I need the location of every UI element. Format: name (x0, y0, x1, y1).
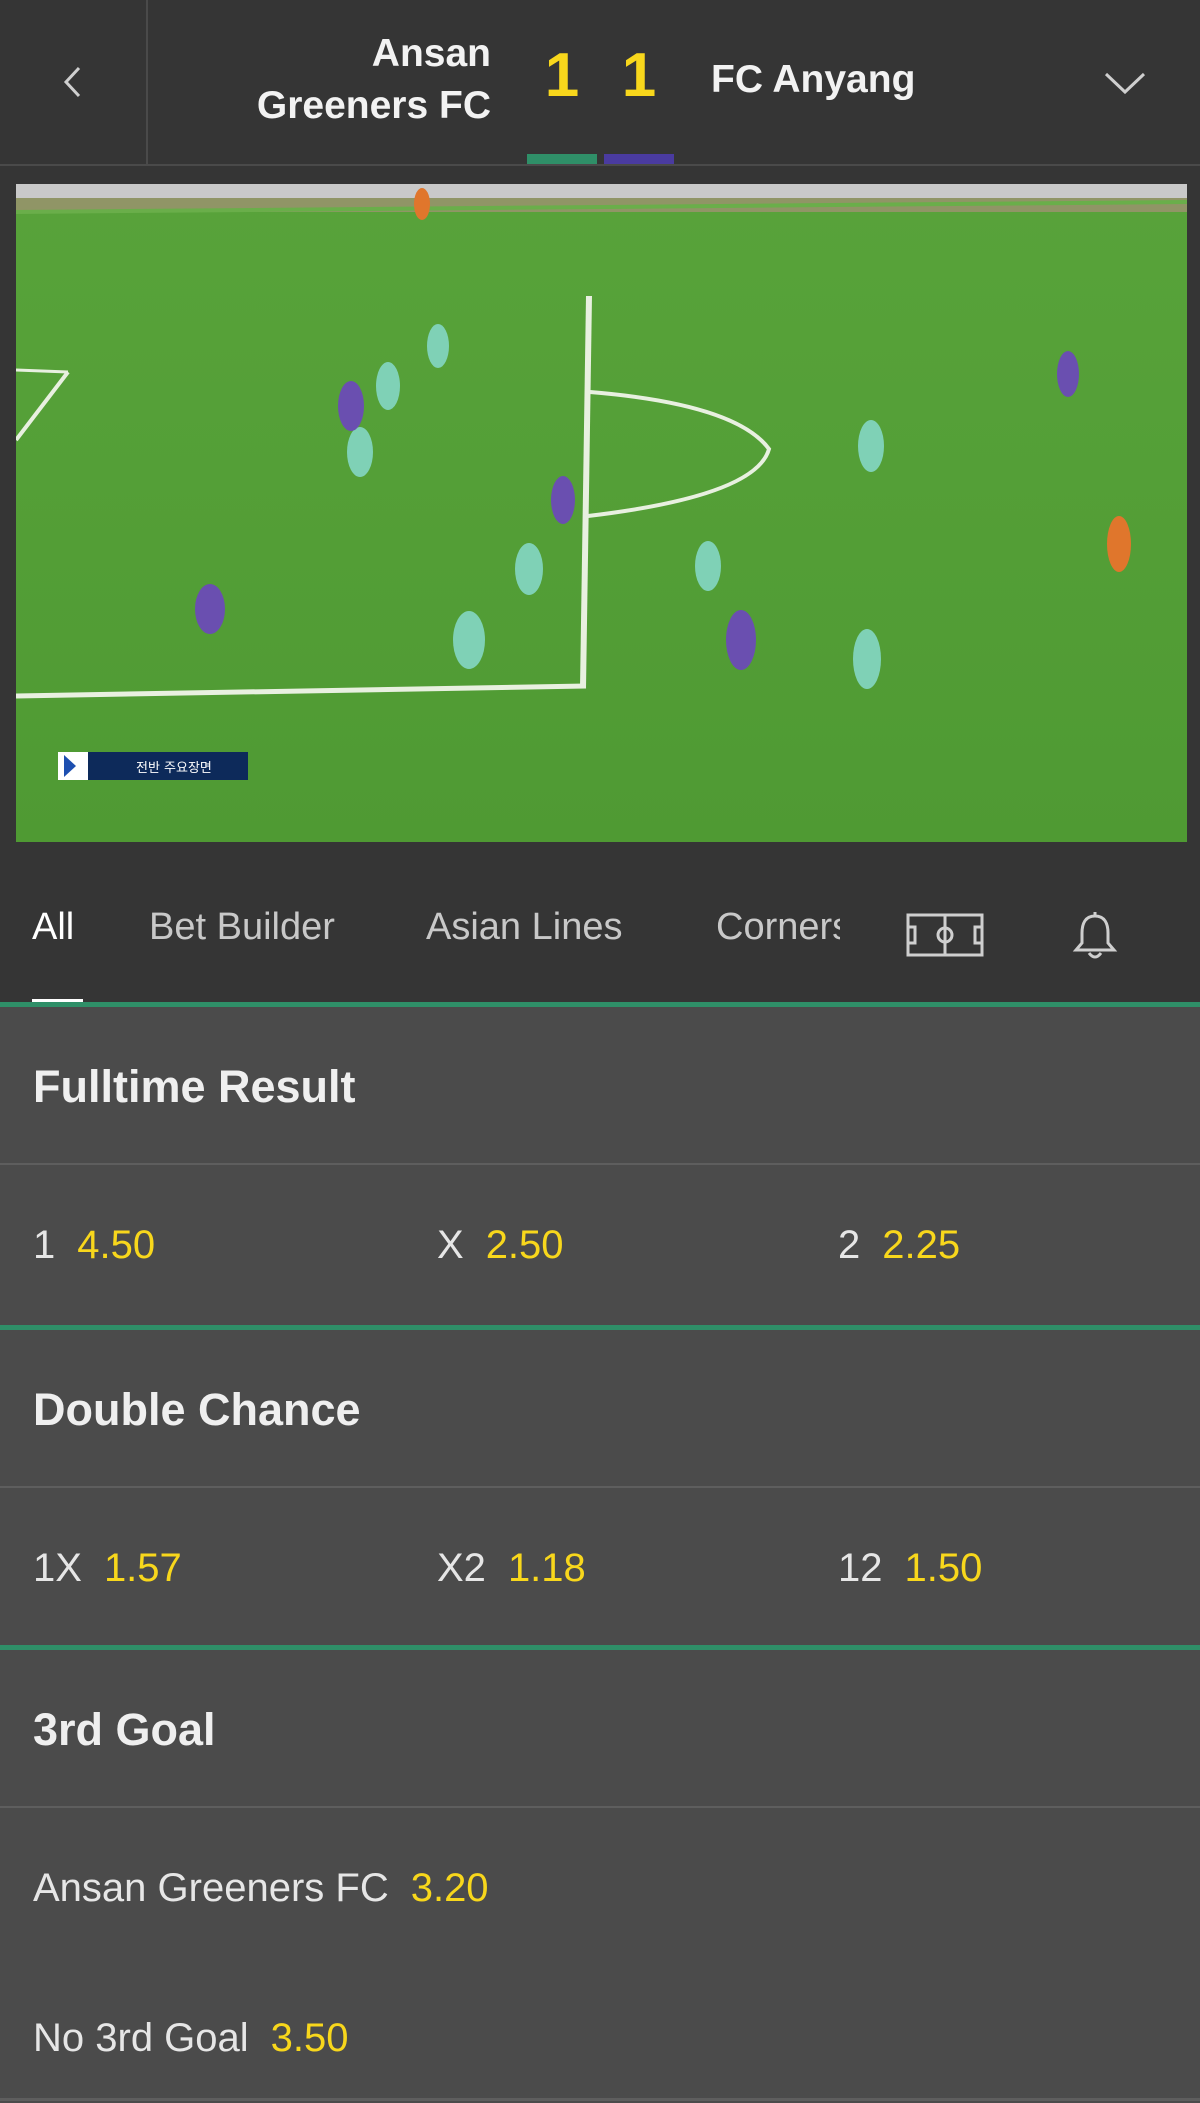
tab-corners[interactable]: Corners (716, 895, 840, 959)
odds-value: 3.50 (270, 2015, 349, 2060)
tab-all[interactable]: All (32, 895, 74, 959)
odds-label: X2 (437, 1545, 486, 1590)
away-score: 1 (621, 41, 657, 110)
odds-value: 2.25 (882, 1222, 961, 1267)
tab-corners-clip: Corners (716, 895, 840, 959)
home-team-color-bar (527, 154, 597, 164)
odds-button-draw[interactable]: X 2.50 (437, 1167, 564, 1323)
away-team-name: FC Anyang (711, 58, 916, 101)
notifications-button[interactable] (1071, 911, 1119, 966)
odds-value: 3.20 (410, 1865, 489, 1910)
odds-button-away[interactable]: 2 2.25 (838, 1167, 960, 1323)
market-title: Double Chance (33, 1384, 361, 1435)
odds-label: 1 (33, 1222, 56, 1267)
bell-icon (1072, 912, 1118, 959)
odds-value: 1.57 (103, 1545, 182, 1590)
odds-label: Ansan Greeners FC (33, 1865, 389, 1910)
odds-label: 1X (33, 1545, 82, 1590)
odds-label: 12 (838, 1545, 883, 1590)
chevron-left-icon (63, 66, 81, 98)
market-header-fulltime-result[interactable]: Fulltime Result (0, 1007, 1200, 1165)
odds-label: No 3rd Goal (33, 2015, 249, 2060)
tab-bet-builder[interactable]: Bet Builder (149, 895, 335, 959)
video-frame: 전반 주요장면 (16, 184, 1187, 842)
pitch-icon (906, 913, 984, 957)
odds-button-x2[interactable]: X2 1.18 (437, 1490, 586, 1646)
home-score: 1 (544, 41, 580, 110)
odds-button-no-3rd-goal[interactable]: No 3rd Goal 3.50 (33, 1998, 349, 2078)
market-tabs: All Bet Builder Asian Lines Corners (0, 845, 1200, 1005)
market-header-double-chance[interactable]: Double Chance (0, 1330, 1200, 1488)
football-pitch-image: 전반 주요장면 (16, 184, 1187, 842)
odds-button-home[interactable]: 1 4.50 (33, 1167, 155, 1323)
chevron-down-icon (1104, 72, 1146, 95)
back-button[interactable] (0, 0, 148, 164)
odds-value: 2.50 (485, 1222, 564, 1267)
odds-row-double-chance: 1X 1.57 X2 1.18 12 1.50 (0, 1490, 1200, 1646)
match-header: Ansan Greeners FC 1 1 FC Anyang (0, 0, 1200, 166)
odds-value: 1.50 (904, 1545, 983, 1590)
tab-asian-lines[interactable]: Asian Lines (426, 895, 622, 959)
market-header-3rd-goal[interactable]: 3rd Goal (0, 1650, 1200, 1808)
odds-label: 2 (838, 1222, 861, 1267)
broadcast-caption: 전반 주요장면 (136, 761, 212, 776)
odds-label: X (437, 1222, 464, 1267)
away-team-color-bar (604, 154, 674, 164)
odds-row-fulltime-result: 1 4.50 X 2.50 2 2.25 (0, 1167, 1200, 1323)
home-team-name: Ansan Greeners FC (256, 32, 491, 127)
market-title: Fulltime Result (33, 1061, 356, 1112)
pitch-view-button[interactable] (906, 913, 984, 962)
match-dropdown-button[interactable] (1090, 48, 1160, 118)
market-title: 3rd Goal (33, 1704, 216, 1755)
live-stream[interactable]: 전반 주요장면 (0, 166, 1200, 845)
bottom-divider (0, 2098, 1200, 2101)
odds-button-12[interactable]: 12 1.50 (838, 1490, 982, 1646)
odds-value: 4.50 (77, 1222, 156, 1267)
odds-button-ansan-greeners[interactable]: Ansan Greeners FC 3.20 (33, 1848, 489, 1928)
odds-button-1x[interactable]: 1X 1.57 (33, 1490, 182, 1646)
odds-value: 1.18 (507, 1545, 586, 1590)
